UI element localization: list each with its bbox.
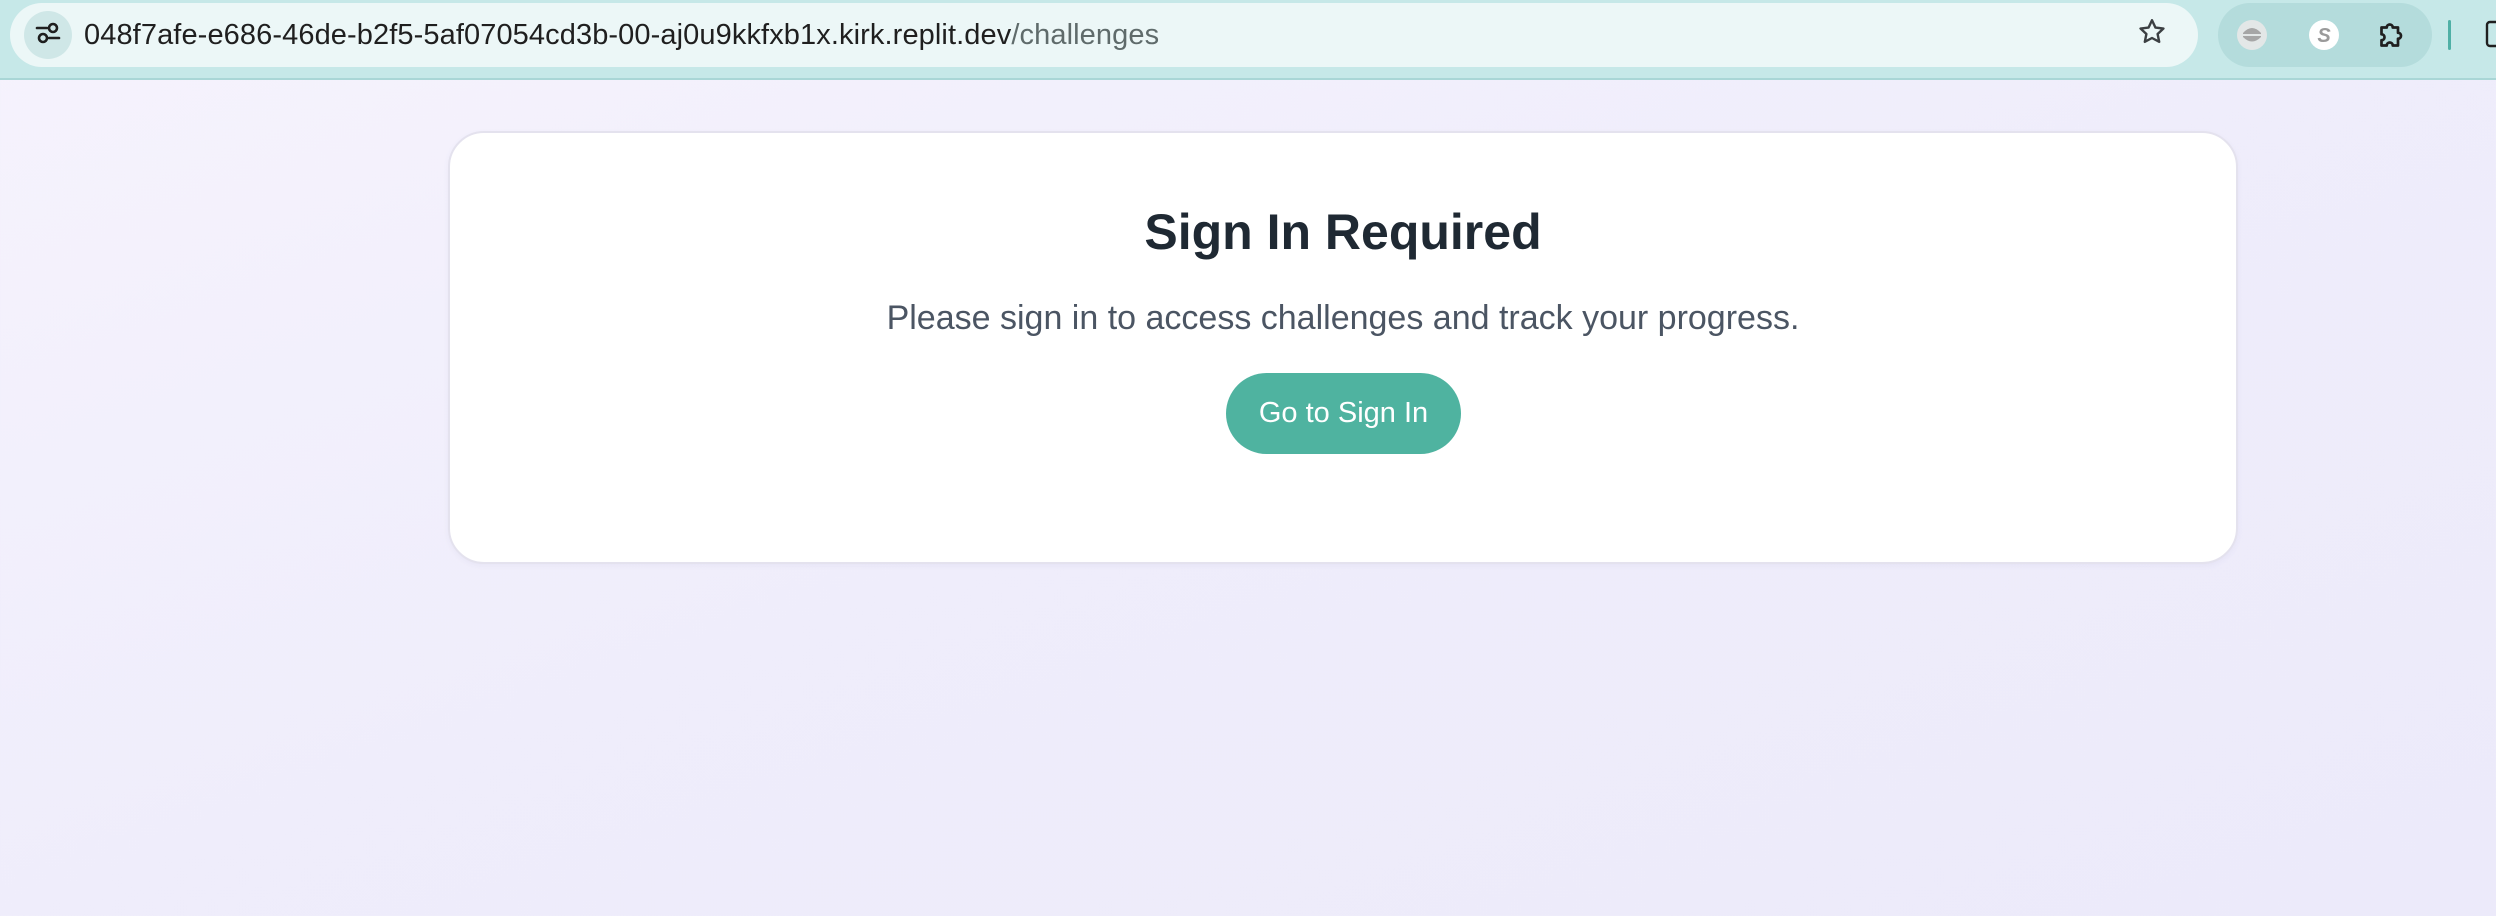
puzzle-extension-icon[interactable] <box>2374 17 2410 53</box>
card-message: Please sign in to access challenges and … <box>886 299 1800 337</box>
address-bar[interactable]: 048f7afe-e686-46de-b2f5-5af07054cd3b-00-… <box>10 3 2198 67</box>
tune-icon <box>33 18 63 53</box>
site-info-button[interactable] <box>24 11 72 59</box>
svg-text:S: S <box>2317 25 2331 47</box>
url-text[interactable]: 048f7afe-e686-46de-b2f5-5af07054cd3b-00-… <box>84 3 1159 67</box>
browser-toolbar: 048f7afe-e686-46de-b2f5-5af07054cd3b-00-… <box>0 0 2496 80</box>
bookmark-star-icon[interactable] <box>2134 14 2170 50</box>
shield-extension-icon[interactable] <box>2234 17 2270 53</box>
toolbar-divider <box>2448 20 2451 50</box>
extensions-group: S <box>2218 3 2432 67</box>
url-path: /challenges <box>1011 19 1160 51</box>
side-panel-icon[interactable] <box>2484 16 2496 52</box>
signin-required-card: Sign In Required Please sign in to acces… <box>448 131 2238 564</box>
go-to-sign-in-button[interactable]: Go to Sign In <box>1226 373 1461 454</box>
url-host: 048f7afe-e686-46de-b2f5-5af07054cd3b-00-… <box>84 19 1012 51</box>
card-title: Sign In Required <box>1144 204 1542 260</box>
s-extension-icon[interactable]: S <box>2306 17 2342 53</box>
